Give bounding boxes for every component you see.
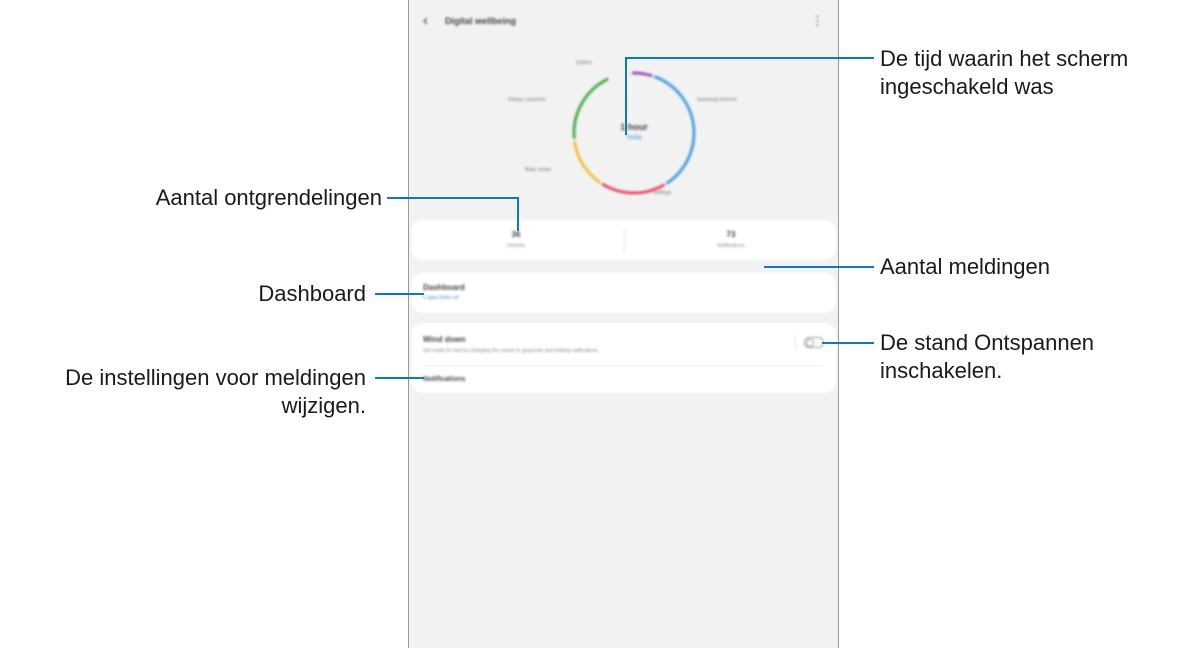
callout-notification-settings-line2: wijzigen. <box>281 393 366 418</box>
callout-screen-time-line1: De tijd waarin het scherm <box>880 46 1129 71</box>
dashboard-title: Dashboard <box>423 283 465 292</box>
chart-segment-label: Gallery <box>576 60 592 66</box>
callout-dashboard: Dashboard <box>258 281 366 306</box>
callout-line-dashboard <box>375 293 424 295</box>
chart-segment-label: Samsung Internet <box>697 97 737 103</box>
donut-segment-3[interactable] <box>573 140 601 184</box>
notifications-count: 73 <box>726 230 736 239</box>
app-bar: ‹ Digital wellbeing ⋮ <box>409 0 838 44</box>
callout-notification-settings: De instellingen voor meldingen wijzigen. <box>65 364 366 420</box>
callout-relax-mode: De stand Ontspannen inschakelen. <box>880 329 1094 385</box>
callout-notification-settings-line1: De instellingen voor meldingen <box>65 365 366 390</box>
notifications-label: Notifications <box>717 243 745 249</box>
chart-segment-label: Galaxy Launcher <box>508 97 546 103</box>
settings-card: Wind down Get ready for bed by changing … <box>411 323 836 393</box>
stats-card: 36 Unlocks 73 Notifications <box>411 220 836 260</box>
callout-line-screen-time <box>626 57 874 59</box>
callout-line-unlocks-drop <box>517 197 519 231</box>
callout-line-screen-time-drop <box>625 57 627 135</box>
callout-relax-line1: De stand Ontspannen <box>880 330 1095 355</box>
callout-line-notification-settings <box>375 377 424 379</box>
toggle-knob <box>806 339 814 347</box>
stats-divider <box>624 228 625 253</box>
wind-down-toggle[interactable] <box>804 337 824 348</box>
screen-time-value: 1 hour <box>620 122 648 132</box>
donut-segment-0[interactable] <box>631 71 653 77</box>
screen-time-period: Today <box>625 135 642 141</box>
usage-chart[interactable]: Gallery Samsung Internet Galaxy Launcher… <box>489 50 799 210</box>
callout-screen-time-line2: ingeschakeld was <box>880 74 1054 99</box>
settings-divider <box>423 365 824 366</box>
toggle-divider <box>795 335 796 351</box>
unlocks-stat[interactable]: 36 Unlocks <box>446 230 586 249</box>
callout-unlocks: Aantal ontgrendelingen <box>155 185 382 210</box>
callout-line-unlocks <box>387 197 518 199</box>
callout-relax-line2: inschakelen. <box>880 358 1003 383</box>
unlocks-label: Unlocks <box>507 243 525 249</box>
wind-down-description: Get ready for bed by changing the screen… <box>423 348 600 354</box>
unlocks-count: 36 <box>511 230 521 239</box>
dashboard-subtitle: 6 apps limits set <box>423 295 459 301</box>
notifications-stat[interactable]: 73 Notifications <box>661 230 801 249</box>
callout-screen-time: De tijd waarin het scherm ingeschakeld w… <box>880 45 1128 101</box>
wind-down-title[interactable]: Wind down <box>423 335 466 344</box>
app-title: Digital wellbeing <box>445 16 517 26</box>
device-screen: ‹ Digital wellbeing ⋮ Gallery Samsung In… <box>408 0 839 648</box>
dashboard-card[interactable]: Dashboard 6 apps limits set <box>411 273 836 313</box>
back-arrow-icon[interactable]: ‹ <box>423 13 428 28</box>
callout-line-relax <box>822 342 874 344</box>
callout-notification-count: Aantal meldingen <box>880 254 1051 279</box>
more-options-icon[interactable]: ⋮ <box>811 14 824 27</box>
chart-segment-label: Settings <box>653 190 672 196</box>
notifications-setting-item[interactable]: Notifications <box>423 376 465 383</box>
callout-line-notification-count <box>764 266 874 268</box>
screen-time-summary: 1 hour Today <box>599 122 669 141</box>
chart-segment-label: Baby Jones <box>525 167 552 173</box>
